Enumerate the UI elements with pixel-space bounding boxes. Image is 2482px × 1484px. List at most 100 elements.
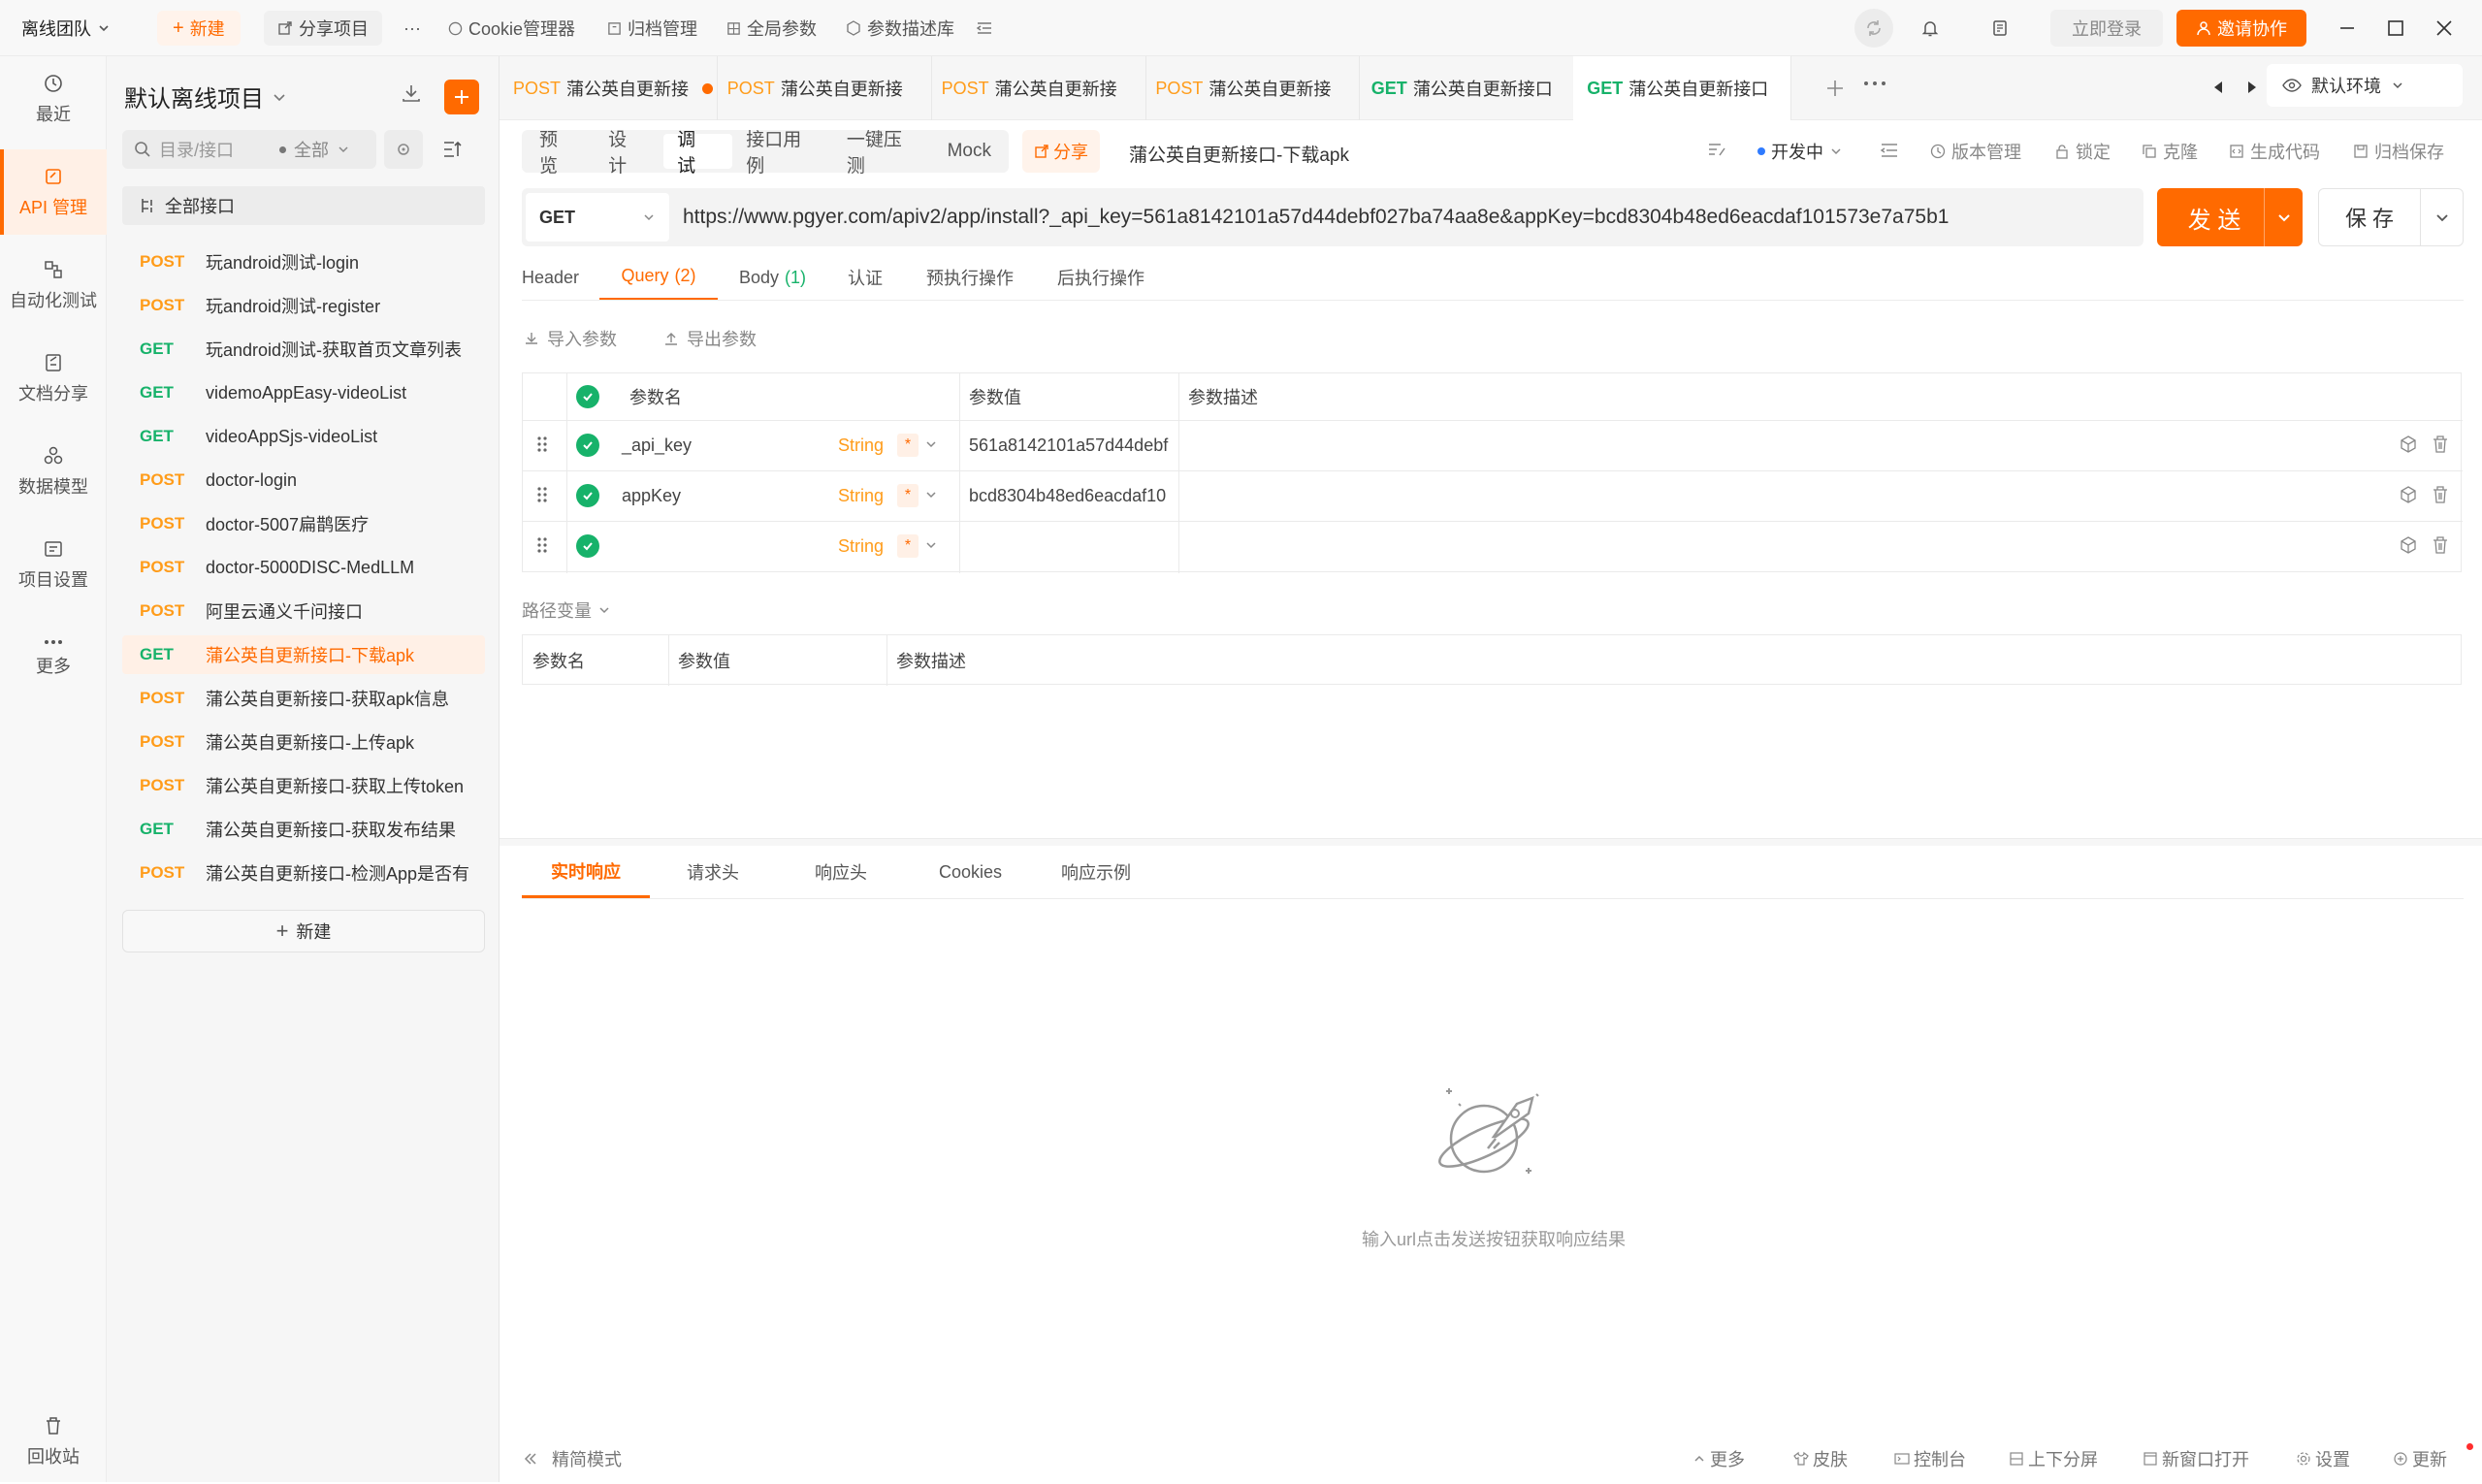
request-tab[interactable]: POST 蒲公英自更新接 <box>714 56 932 120</box>
project-selector[interactable]: 默认离线项目 <box>124 80 287 113</box>
method-select[interactable]: GET <box>526 193 669 242</box>
url-input[interactable]: https://www.pgyer.com/apiv2/app/install?… <box>683 206 2128 229</box>
rail-item-api[interactable]: API 管理 <box>0 149 107 235</box>
api-list-item[interactable]: POST 玩android测试-register <box>122 286 485 325</box>
archive-manager-button[interactable]: 归档管理 <box>607 0 697 56</box>
request-tab[interactable]: POST 蒲公英自更新接 <box>1142 56 1361 120</box>
api-list-item[interactable]: POST 玩android测试-login <box>122 242 485 281</box>
add-button[interactable] <box>444 80 479 114</box>
cookie-manager-button[interactable]: Cookie管理器 <box>448 0 575 56</box>
mode-test-case[interactable]: 接口用例 <box>732 130 833 177</box>
rail-item-more[interactable]: 更多 <box>0 615 107 700</box>
sort-icon[interactable] <box>442 140 464 159</box>
param-desc-input[interactable] <box>1188 484 2352 507</box>
tab-post-script[interactable]: 后执行操作 <box>1057 254 1144 301</box>
param-required-toggle[interactable]: * <box>897 434 919 457</box>
param-name-input[interactable]: appKey <box>622 484 816 507</box>
delete-icon[interactable] <box>2432 485 2449 504</box>
drag-handle-icon[interactable] <box>536 536 548 554</box>
text-format-icon[interactable] <box>1707 142 1728 159</box>
sync-button[interactable] <box>1854 0 1893 56</box>
simple-mode-button[interactable]: 精简模式 <box>523 1436 622 1482</box>
api-list-item[interactable]: POST 蒲公英自更新接口-检测App是否有 <box>122 854 485 892</box>
rail-item-automation[interactable]: 自动化测试 <box>0 242 107 328</box>
mode-debug[interactable]: 调 试 <box>663 130 733 177</box>
scroll-left-icon[interactable] <box>2211 80 2225 95</box>
tab-header[interactable]: Header <box>522 254 579 301</box>
clone-button[interactable]: 克隆 <box>2142 136 2198 167</box>
select-all-checkbox[interactable] <box>576 385 599 408</box>
param-desc-input[interactable] <box>1188 434 2352 457</box>
api-list-item[interactable]: POST 蒲公英自更新接口-获取apk信息 <box>122 679 485 718</box>
response-tab[interactable]: Cookies <box>939 846 1002 898</box>
request-tab[interactable]: POST 蒲公英自更新接 <box>928 56 1146 120</box>
drag-handle-icon[interactable] <box>536 486 548 503</box>
environment-select[interactable]: 默认环境 <box>2267 64 2463 107</box>
tab-auth[interactable]: 认证 <box>848 254 883 301</box>
api-list-item[interactable]: POST 蒲公英自更新接口-获取上传token <box>122 766 485 805</box>
param-value-input[interactable]: bcd8304b48ed6eacdaf10 <box>969 484 1173 507</box>
locate-button[interactable] <box>384 130 423 169</box>
filter-select[interactable]: 全部 <box>294 137 329 162</box>
chevron-down-icon[interactable] <box>924 437 938 451</box>
api-list-item[interactable]: GET videmoAppEasy-videoList <box>122 373 485 412</box>
skin-button[interactable]: 皮肤 <box>1793 1436 1848 1482</box>
minimize-button[interactable] <box>2337 0 2357 56</box>
cube-icon[interactable] <box>2399 535 2418 555</box>
tabs-more-icon[interactable] <box>1862 80 1887 87</box>
api-list-item[interactable]: POST 阿里云通义千问接口 <box>122 592 485 630</box>
share-api-button[interactable]: 分享 <box>1022 130 1100 173</box>
new-window-button[interactable]: 新窗口打开 <box>2143 1436 2249 1482</box>
save-button[interactable]: 保 存 <box>2318 188 2464 246</box>
param-type-select[interactable]: String <box>838 484 884 507</box>
param-name-input[interactable]: _api_key <box>622 434 816 457</box>
import-params-button[interactable]: 导入参数 <box>524 326 617 351</box>
invite-button[interactable]: 邀请协作 <box>2176 10 2306 47</box>
mode-design[interactable]: 设 计 <box>595 130 663 177</box>
send-button[interactable]: 发 送 <box>2157 188 2303 246</box>
update-button[interactable]: 更新 <box>2393 1436 2473 1482</box>
param-required-toggle[interactable]: * <box>897 534 919 558</box>
settings-button[interactable]: 设置 <box>2296 1436 2350 1482</box>
generate-code-button[interactable]: 生成代码 <box>2229 136 2320 167</box>
drag-handle-icon[interactable] <box>536 436 548 453</box>
api-list-item[interactable]: POST doctor-5007扁鹊医疗 <box>122 504 485 543</box>
import-icon[interactable] <box>400 81 423 105</box>
chevron-down-icon[interactable] <box>924 488 938 501</box>
api-list-item[interactable]: GET 玩android测试-获取首页文章列表 <box>122 330 485 369</box>
rail-item-project-settings[interactable]: 项目设置 <box>0 522 107 607</box>
response-tab[interactable]: 实时响应 <box>522 846 650 898</box>
response-tab[interactable]: 响应示例 <box>1061 846 1131 898</box>
api-list-item[interactable]: POST 蒲公英自更新接口-上传apk <box>122 723 485 761</box>
new-api-button[interactable]: + 新建 <box>122 910 485 952</box>
lock-button[interactable]: 锁定 <box>2054 136 2111 167</box>
share-project-button[interactable]: 分享项目 <box>264 11 382 46</box>
request-tab[interactable]: POST 蒲公英自更新接 <box>500 56 718 120</box>
cube-icon[interactable] <box>2399 435 2418 454</box>
param-library-button[interactable]: 参数描述库 <box>846 0 954 56</box>
close-window-button[interactable] <box>2434 0 2454 56</box>
all-apis-folder[interactable]: 全部接口 <box>122 186 485 225</box>
chevron-down-icon[interactable] <box>924 538 938 552</box>
search-input[interactable]: 目录/接口 <box>159 137 266 162</box>
param-value-input[interactable]: 561a8142101a57d44debf <box>969 434 1173 457</box>
rail-item-recent[interactable]: 最近 <box>0 56 107 142</box>
archive-save-button[interactable]: 归档保存 <box>2353 136 2444 167</box>
more-button[interactable]: 更多 <box>1692 1436 1745 1482</box>
notes-button[interactable] <box>1990 0 2010 56</box>
response-tab[interactable]: 请求头 <box>687 846 739 898</box>
search-box[interactable]: 目录/接口 全部 <box>122 130 376 169</box>
export-params-button[interactable]: 导出参数 <box>663 326 757 351</box>
rail-item-data-model[interactable]: 数据模型 <box>0 429 107 514</box>
notification-button[interactable] <box>1920 0 1940 56</box>
collapse-icon[interactable] <box>1880 142 1899 159</box>
collapse-menu-icon[interactable] <box>976 0 993 56</box>
api-list-item[interactable]: POST doctor-5000DISC-MedLLM <box>122 548 485 587</box>
team-switcher[interactable]: 离线团队 <box>21 0 111 56</box>
param-enabled-checkbox[interactable] <box>576 534 599 558</box>
tab-query[interactable]: Query (2) <box>599 254 718 301</box>
rail-item-doc-share[interactable]: 文档分享 <box>0 336 107 421</box>
save-dropdown-icon[interactable] <box>2420 189 2463 245</box>
request-tab[interactable]: GET 蒲公英自更新接口 <box>1573 56 1792 120</box>
console-button[interactable]: 控制台 <box>1894 1436 1966 1482</box>
